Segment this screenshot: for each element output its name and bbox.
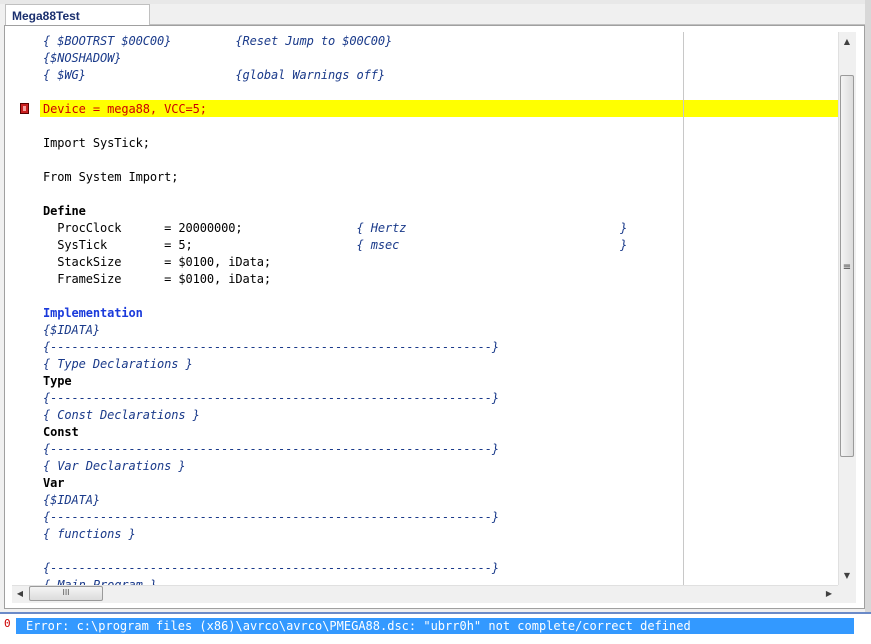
code-token: { functions }	[43, 527, 136, 541]
error-message-line[interactable]: Error: c:\program files (x86)\avrco\avrc…	[16, 618, 854, 634]
horizontal-scroll-thumb[interactable]: III	[29, 586, 103, 601]
code-line[interactable]: { functions }	[43, 526, 693, 543]
code-line[interactable]: Import SysTick;	[43, 135, 693, 152]
scroll-left-arrow-icon[interactable]: ◀	[13, 589, 27, 598]
code-token: {---------------------------------------…	[43, 561, 499, 575]
code-token: { Var Declarations }	[43, 459, 186, 473]
code-line[interactable]: { Const Declarations }	[43, 407, 693, 424]
vertical-grip-icon: ≡	[842, 262, 852, 273]
code-token: { Type Declarations }	[43, 357, 193, 371]
code-line[interactable]	[43, 84, 693, 101]
code-line[interactable]: Type	[43, 373, 693, 390]
code-line[interactable]	[43, 118, 693, 135]
code-token: ProcClock = 20000000;	[43, 221, 357, 235]
code-line[interactable]: Var	[43, 475, 693, 492]
code-line[interactable]: {$IDATA}	[43, 492, 693, 509]
code-line[interactable]	[43, 186, 693, 203]
scroll-down-arrow-icon[interactable]: ▼	[840, 571, 854, 580]
code-line[interactable]: {$NOSHADOW}	[43, 50, 693, 67]
code-line[interactable]: { $BOOTRST $00C00} {Reset Jump to $00C00…	[43, 33, 693, 50]
error-count: 0	[4, 617, 11, 630]
code-line[interactable]: {---------------------------------------…	[43, 390, 693, 407]
code-token: Implementation	[43, 306, 143, 320]
code-token: {---------------------------------------…	[43, 391, 499, 405]
editor-tab-mega88test[interactable]: Mega88Test	[5, 4, 150, 25]
code-token: {---------------------------------------…	[43, 340, 499, 354]
code-token: Var	[43, 476, 65, 490]
code-token: Type	[43, 374, 72, 388]
code-token: { msec }	[356, 238, 628, 252]
code-token: SysTick = 5;	[43, 238, 357, 252]
code-line[interactable]: { $WG} {global Warnings off}	[43, 67, 693, 84]
scrollbar-corner	[838, 585, 856, 603]
code-line[interactable]	[43, 288, 693, 305]
code-line[interactable]: FrameSize = $0100, iData;	[43, 271, 693, 288]
code-token: { Hertz }	[356, 221, 628, 235]
code-line[interactable]: {---------------------------------------…	[43, 560, 693, 577]
code-line[interactable]: Const	[43, 424, 693, 441]
code-token: StackSize = $0100, iData;	[43, 255, 271, 269]
code-token: { $BOOTRST $00C00} {Reset Jump to $00C00…	[43, 34, 393, 48]
code-token: Device = mega88, VCC=5;	[43, 102, 207, 116]
code-token: {---------------------------------------…	[43, 510, 499, 524]
scroll-right-arrow-icon[interactable]: ▶	[822, 589, 836, 598]
code-token: {$IDATA}	[43, 323, 100, 337]
code-token: Define	[43, 204, 86, 218]
code-token: From System Import;	[43, 170, 179, 184]
code-line[interactable]: SysTick = 5; { msec }	[43, 237, 693, 254]
code-line[interactable]: { Type Declarations }	[43, 356, 693, 373]
scroll-up-arrow-icon[interactable]: ▲	[840, 37, 854, 46]
error-marker-icon[interactable]	[20, 103, 29, 114]
code-line[interactable]: ProcClock = 20000000; { Hertz }	[43, 220, 693, 237]
source-code[interactable]: { $BOOTRST $00C00} {Reset Jump to $00C00…	[43, 33, 693, 594]
code-line[interactable]: Implementation	[43, 305, 693, 322]
code-line[interactable]: Device = mega88, VCC=5;	[43, 101, 693, 118]
code-line[interactable]	[43, 543, 693, 560]
code-line[interactable]: {$IDATA}	[43, 322, 693, 339]
code-token: { Const Declarations }	[43, 408, 200, 422]
horizontal-scrollbar[interactable]	[12, 585, 838, 603]
code-token: FrameSize = $0100, iData;	[43, 272, 271, 286]
code-token: Const	[43, 425, 79, 439]
code-line[interactable]: {---------------------------------------…	[43, 509, 693, 526]
code-line[interactable]: {---------------------------------------…	[43, 441, 693, 458]
code-line[interactable]: StackSize = $0100, iData;	[43, 254, 693, 271]
code-line[interactable]: {---------------------------------------…	[43, 339, 693, 356]
code-token: {---------------------------------------…	[43, 442, 499, 456]
code-line[interactable]: { Var Declarations }	[43, 458, 693, 475]
code-token: {$IDATA}	[43, 493, 100, 507]
code-token: { $WG} {global Warnings off}	[43, 68, 385, 82]
editor-gutter[interactable]	[12, 32, 38, 585]
code-line[interactable]: From System Import;	[43, 169, 693, 186]
code-line[interactable]: Define	[43, 203, 693, 220]
code-token: {$NOSHADOW}	[43, 51, 122, 65]
code-line[interactable]	[43, 152, 693, 169]
window-right-edge	[865, 0, 871, 612]
code-token: Import SysTick;	[43, 136, 150, 150]
